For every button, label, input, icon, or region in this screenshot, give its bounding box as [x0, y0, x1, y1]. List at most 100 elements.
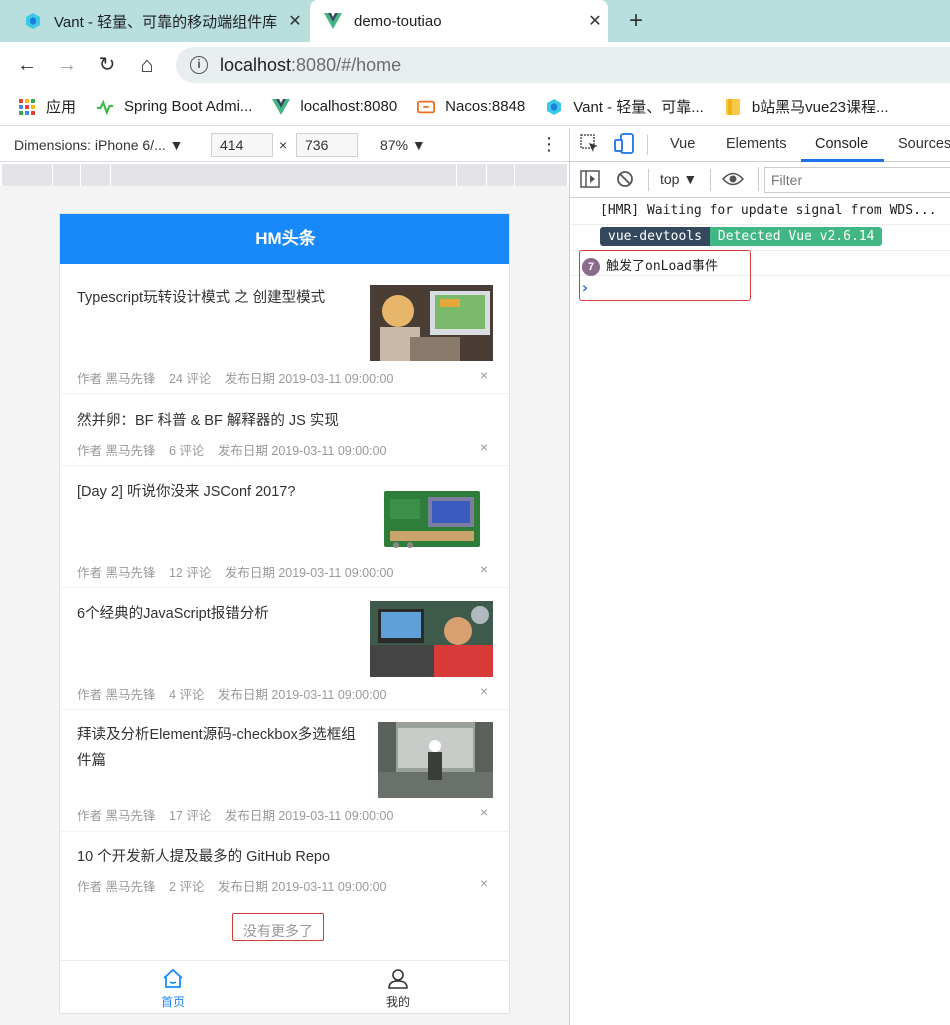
article-date: 发布日期 2019-03-11 09:00:00	[217, 880, 387, 894]
article-item[interactable]: 6个经典的JavaScript报错分析 作者 黑马先锋 4 评论 发布日期 20…	[60, 588, 509, 710]
devtools-tab-vue[interactable]: Vue	[670, 136, 695, 152]
article-title: 10 个开发新人提及最多的 GitHub Repo	[77, 849, 331, 865]
article-meta: 作者 黑马先锋 6 评论 发布日期 2019-03-11 09:00:00	[77, 440, 397, 459]
url-path: :8080/#/home	[291, 54, 402, 75]
article-meta: 作者 黑马先锋 12 评论 发布日期 2019-03-11 09:00:00	[77, 562, 403, 581]
article-comments: 2 评论	[168, 880, 205, 894]
vue-icon	[324, 12, 342, 30]
bookmark-label: b站黑马vue23课程...	[751, 99, 889, 116]
tab-vant[interactable]: Vant - 轻量、可靠的移动端组件库 ✕	[10, 0, 308, 42]
mobile-app: HM头条 Typescript玩转设计模式 之 创建型模式 作者 黑马先锋 24…	[59, 213, 510, 1014]
new-tab-button[interactable]: +	[622, 7, 650, 35]
tab-profile[interactable]: 我的	[285, 967, 509, 1010]
console-filter-input[interactable]	[764, 167, 950, 193]
article-meta: 作者 黑马先锋 17 评论 发布日期 2019-03-11 09:00:00	[77, 805, 403, 824]
close-icon[interactable]: ×	[480, 683, 488, 699]
no-more-text: 没有更多了	[232, 913, 324, 941]
close-icon[interactable]: ×	[480, 561, 488, 577]
tab-close-icon[interactable]: ✕	[582, 11, 608, 31]
article-comments: 12 评论	[168, 566, 212, 580]
device-toolbar: Dimensions: iPhone 6/... ▼ 414 × 736 87%…	[0, 128, 570, 162]
article-meta: 作者 黑马先锋 4 评论 发布日期 2019-03-11 09:00:00	[77, 684, 397, 703]
article-title: Typescript玩转设计模式 之 创建型模式	[77, 290, 326, 306]
article-author: 作者 黑马先锋	[77, 372, 156, 386]
bookmark-label: Nacos:8848	[445, 98, 526, 115]
devtools-tab-bar: Vue Elements Console Sources	[570, 128, 950, 162]
close-icon[interactable]: ×	[480, 875, 488, 891]
article-thumbnail	[370, 285, 493, 361]
tab-close-icon[interactable]: ✕	[282, 11, 308, 31]
close-icon[interactable]: ×	[480, 367, 488, 383]
bookmark-localhost[interactable]: localhost:8080	[272, 98, 397, 116]
bookmark-label: localhost:8080	[300, 98, 398, 115]
tab-title: demo-toutiao	[354, 12, 442, 30]
devtools-tab-sources[interactable]: Sources	[898, 136, 950, 152]
article-title: 6个经典的JavaScript报错分析	[77, 606, 269, 622]
tab-home[interactable]: 首页	[60, 967, 286, 1010]
console-message: [HMR] Waiting for update signal from WDS…	[570, 198, 950, 225]
times-sign: ×	[279, 137, 288, 153]
sidebar-toggle-icon[interactable]	[580, 170, 600, 191]
nacos-icon	[417, 98, 436, 116]
spring-boot-icon	[96, 98, 114, 116]
article-item[interactable]: 拜读及分析Element源码-checkbox多选框组 件篇 作者 黑马先锋 1…	[60, 710, 509, 832]
bookmark-folder[interactable]: b站黑马vue23课程...	[724, 96, 889, 117]
browser-toolbar: ← → ↻ ⌂ i localhost :8080/#/home	[0, 42, 950, 88]
tab-label: 首页	[160, 995, 185, 1009]
device-select[interactable]: Dimensions: iPhone 6/... ▼	[14, 137, 184, 153]
vant-icon	[24, 12, 42, 30]
bookmark-label: 应用	[46, 99, 77, 116]
tab-demo-toutiao[interactable]: demo-toutiao ✕	[310, 0, 608, 42]
console-output: [HMR] Waiting for update signal from WDS…	[570, 198, 950, 1025]
clear-console-icon[interactable]	[616, 170, 634, 191]
device-width-input[interactable]: 414	[211, 133, 273, 157]
live-expression-icon[interactable]	[721, 171, 745, 190]
article-date: 发布日期 2019-03-11 09:00:00	[217, 688, 387, 702]
bookmark-vant[interactable]: Vant - 轻量、可靠...	[545, 96, 704, 117]
tab-label: 我的	[385, 995, 410, 1009]
bookmark-nacos[interactable]: Nacos:8848	[417, 98, 525, 116]
device-height-input[interactable]: 736	[296, 133, 358, 157]
article-author: 作者 黑马先锋	[77, 880, 156, 894]
article-item[interactable]: 10 个开发新人提及最多的 GitHub Repo 作者 黑马先锋 2 评论 发…	[60, 832, 509, 904]
toolbar-separator	[758, 167, 759, 191]
article-title: 拜读及分析Element源码-checkbox多选框组	[77, 727, 356, 743]
article-title-line-2: 件篇	[77, 753, 106, 769]
bookmarks-bar: 应用 Spring Boot Admi... localhost:8080 Na…	[0, 88, 950, 126]
article-item[interactable]: [Day 2] 听说你没来 JSConf 2017? 作者 黑马先锋 12 评论…	[60, 466, 509, 588]
media-query-ruler[interactable]	[2, 164, 567, 186]
zoom-select[interactable]: 87% ▼	[380, 137, 426, 153]
article-date: 发布日期 2019-03-11 09:00:00	[224, 372, 394, 386]
article-item[interactable]: Typescript玩转设计模式 之 创建型模式 作者 黑马先锋 24 评论 发…	[60, 264, 509, 394]
close-icon[interactable]: ×	[480, 804, 488, 820]
article-author: 作者 黑马先锋	[77, 809, 156, 823]
apps-grid-icon	[18, 98, 36, 116]
close-icon[interactable]: ×	[480, 439, 488, 455]
devtools-tab-console[interactable]: Console	[815, 136, 868, 152]
home-icon	[161, 967, 185, 991]
inspect-element-icon[interactable]	[580, 134, 600, 158]
address-bar[interactable]: i localhost :8080/#/home	[176, 47, 950, 83]
site-info-icon[interactable]: i	[190, 56, 208, 74]
article-author: 作者 黑马先锋	[77, 566, 156, 580]
article-author: 作者 黑马先锋	[77, 444, 156, 458]
home-button[interactable]: ⌂	[133, 51, 161, 79]
article-date: 发布日期 2019-03-11 09:00:00	[217, 444, 387, 458]
detected-vue-badge: Detected Vue v2.6.14	[709, 227, 883, 246]
more-options-icon[interactable]: ⋮	[540, 134, 558, 154]
toolbar-separator	[648, 169, 649, 191]
back-button[interactable]: ←	[13, 51, 41, 79]
article-item[interactable]: 然并卵：BF 科普 & BF 解释器的 JS 实现 作者 黑马先锋 6 评论 发…	[60, 394, 509, 466]
bookmark-apps[interactable]: 应用	[18, 96, 76, 117]
reload-button[interactable]: ↻	[93, 51, 121, 79]
app-tabbar: 首页 我的	[60, 960, 509, 1013]
bookmark-spring-boot[interactable]: Spring Boot Admi...	[96, 98, 252, 116]
device-toggle-icon[interactable]	[614, 133, 636, 159]
article-title: 然并卵：BF 科普 & BF 解释器的 JS 实现	[77, 413, 339, 429]
forward-button[interactable]: →	[53, 51, 81, 79]
devtools-tab-elements[interactable]: Elements	[726, 136, 786, 152]
folder-icon	[724, 98, 742, 116]
context-select[interactable]: top ▼	[660, 171, 697, 187]
console-text: [HMR] Waiting for update signal from WDS…	[600, 203, 937, 218]
highlight-box	[579, 250, 751, 301]
